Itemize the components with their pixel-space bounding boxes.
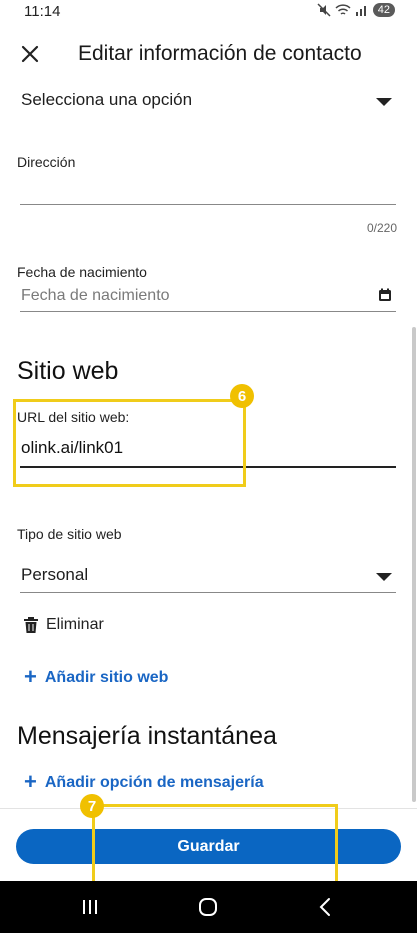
website-type-value: Personal bbox=[21, 565, 89, 584]
add-messaging-button[interactable]: + Añadir opción de mensajería bbox=[24, 769, 264, 794]
battery-indicator: 42 bbox=[372, 3, 395, 17]
page-title: Editar información de contacto bbox=[78, 42, 362, 65]
recent-apps-button[interactable] bbox=[75, 895, 105, 919]
home-icon bbox=[199, 898, 217, 916]
delete-website-button[interactable]: Eliminar bbox=[24, 616, 104, 634]
birthdate-placeholder: Fecha de nacimiento bbox=[21, 287, 170, 304]
birthdate-label: Fecha de nacimiento bbox=[17, 264, 147, 280]
recent-apps-icon bbox=[83, 900, 97, 914]
mute-icon bbox=[317, 3, 331, 17]
plus-icon: + bbox=[24, 769, 37, 794]
scrollbar[interactable] bbox=[412, 327, 416, 802]
home-button[interactable] bbox=[193, 895, 223, 919]
system-nav-bar bbox=[0, 881, 417, 933]
messaging-section-title: Mensajería instantánea bbox=[17, 722, 277, 750]
website-section-title: Sitio web bbox=[17, 357, 119, 385]
website-type-label: Tipo de sitio web bbox=[17, 526, 122, 542]
highlight-box-save bbox=[92, 804, 338, 892]
back-icon bbox=[319, 898, 330, 916]
chevron-down-icon bbox=[376, 98, 392, 106]
add-messaging-label: Añadir opción de mensajería bbox=[44, 774, 264, 791]
close-icon[interactable] bbox=[18, 42, 42, 66]
option-dropdown[interactable]: Selecciona una opción bbox=[20, 86, 398, 116]
address-underline bbox=[20, 204, 396, 205]
status-time: 11:14 bbox=[24, 3, 61, 20]
chevron-down-icon bbox=[376, 573, 392, 581]
add-website-button[interactable]: + Añadir sitio web bbox=[24, 664, 169, 689]
signal-icon bbox=[355, 6, 366, 16]
back-button[interactable] bbox=[310, 895, 340, 919]
wifi-icon bbox=[335, 4, 351, 15]
birthdate-underline bbox=[20, 311, 396, 312]
step-badge-7: 7 bbox=[80, 794, 104, 818]
status-icons: 42 bbox=[317, 3, 395, 17]
address-counter: 0/220 bbox=[366, 221, 397, 235]
address-label: Dirección bbox=[17, 154, 76, 170]
website-type-dropdown[interactable]: Personal bbox=[20, 561, 398, 591]
website-type-underline bbox=[20, 592, 396, 593]
trash-icon bbox=[24, 617, 38, 633]
status-bar: 11:14 42 bbox=[0, 0, 417, 26]
add-website-label: Añadir sitio web bbox=[44, 669, 169, 686]
dropdown-value: Selecciona una opción bbox=[21, 90, 193, 109]
delete-label: Eliminar bbox=[46, 616, 104, 633]
step-badge-6: 6 bbox=[230, 384, 254, 408]
birthdate-input[interactable]: Fecha de nacimiento bbox=[20, 286, 396, 310]
address-input[interactable] bbox=[20, 176, 396, 204]
highlight-box-url bbox=[13, 399, 246, 487]
calendar-icon[interactable] bbox=[378, 288, 392, 302]
plus-icon: + bbox=[24, 664, 37, 689]
app-bar: Editar información de contacto bbox=[0, 30, 417, 80]
